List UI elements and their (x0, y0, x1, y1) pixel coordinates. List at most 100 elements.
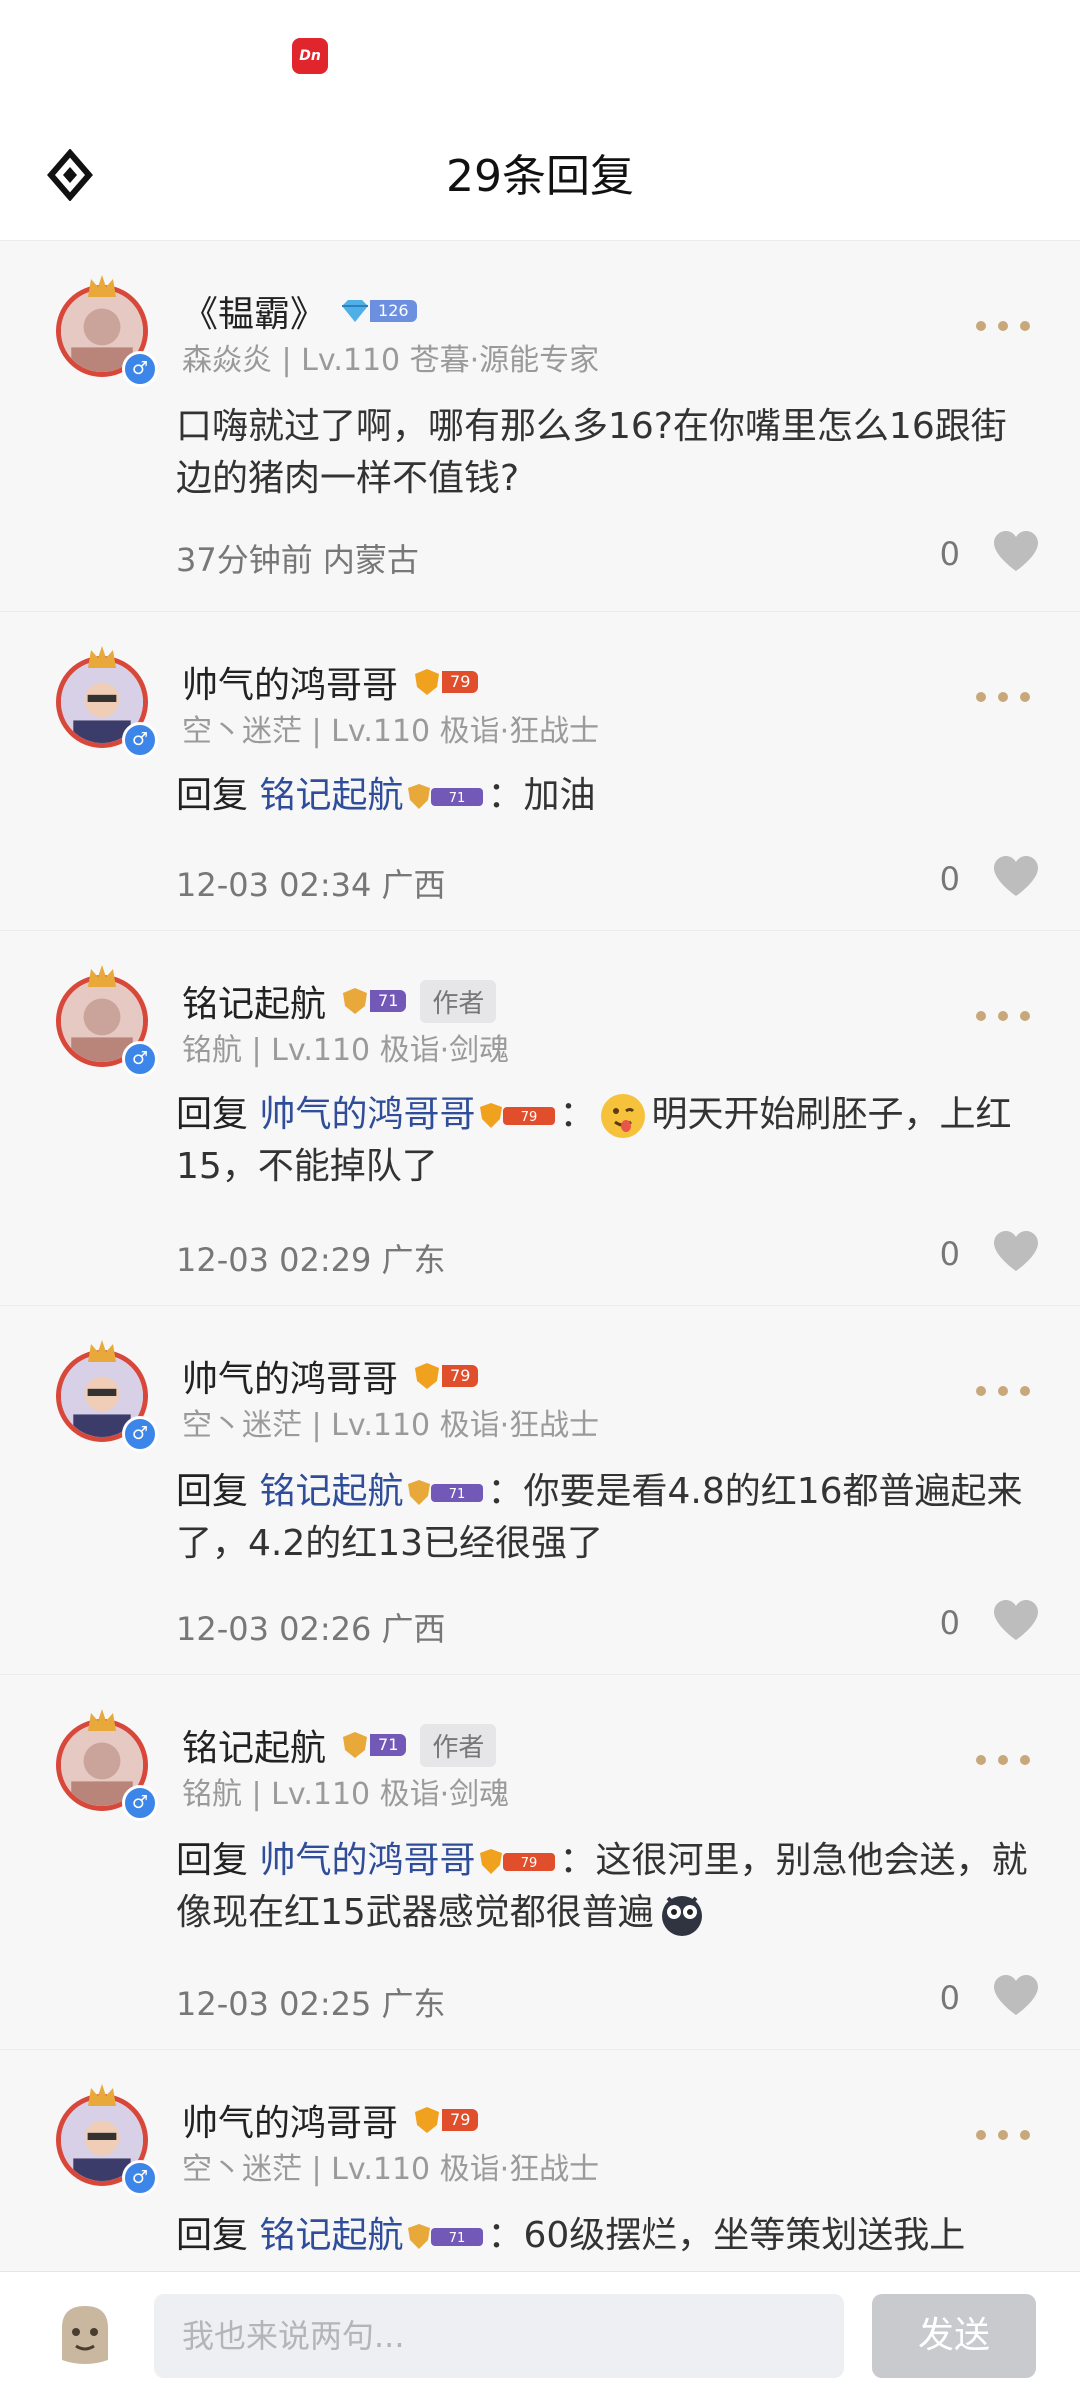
more-options-button[interactable] (976, 1741, 1036, 1781)
level-badge: 79 (412, 2105, 479, 2135)
shield-icon (343, 988, 368, 1014)
male-icon: ♂ (122, 351, 158, 387)
level-badge: 71 (340, 1730, 407, 1760)
reply-text: 回复 铭记起航 71 ：60级摆烂，坐等策划送我上 (176, 2215, 966, 2256)
mention-link[interactable]: 铭记起航 (259, 2215, 403, 2256)
owl-emoji-icon (661, 1896, 702, 1936)
like-count: 0 (939, 1604, 960, 1642)
level-badge: 126 (340, 298, 417, 324)
shield-icon (343, 1732, 368, 1758)
username[interactable]: 帅气的鸿哥哥 (182, 2094, 398, 2146)
reply-time-location: 12-03 02:29 广东 (176, 1241, 446, 1279)
shield-icon (415, 1363, 440, 1389)
gem-icon (342, 300, 369, 322)
send-button[interactable]: 发送 (872, 2294, 1036, 2378)
svg-text:71: 71 (449, 1487, 466, 1502)
user-meta: 铭航 | Lv.110 极诣·剑魂 (182, 1777, 510, 1812)
avatar[interactable]: ♂ (48, 2084, 158, 2196)
crown-icon (88, 275, 116, 297)
crown-icon (88, 2084, 116, 2106)
shield-icon (415, 669, 440, 695)
reply-text: 回复 帅气的鸿哥哥 79：明天开始刷胚子，上红15，不能掉队了 (176, 1094, 1012, 1187)
reply-item: ♂ 帅气的鸿哥哥 79 空丶迷茫 | Lv.110 极诣·狂战士 回复 铭记起航… (0, 2050, 1080, 2271)
svg-text:71: 71 (449, 2231, 466, 2246)
user-meta: 森焱炎 | Lv.110 苍暮·源能专家 (182, 343, 600, 378)
reply-text: 回复 铭记起航 71 ：加油 (176, 775, 596, 816)
level-badge-icon: 79 (480, 1103, 556, 1128)
reply-item: ♂ 帅气的鸿哥哥 79 空丶迷茫 | Lv.110 极诣·狂战士 回复 铭记起航… (0, 612, 1080, 931)
heart-icon[interactable] (992, 1598, 1040, 1642)
avatar[interactable]: ♂ (48, 1340, 158, 1452)
like-count: 0 (939, 1979, 960, 2017)
reply-text: 口嗨就过了啊，哪有那么多16?在你嘴里怎么16跟街边的猪肉一样不值钱? (176, 406, 1007, 499)
user-meta: 空丶迷茫 | Lv.110 极诣·狂战士 (182, 2152, 600, 2187)
level-badge-icon: 71 (408, 784, 484, 809)
username[interactable]: 铭记起航 (182, 975, 326, 1027)
avatar[interactable]: ♂ (48, 1709, 158, 1821)
svg-text:79: 79 (521, 1856, 538, 1871)
username[interactable]: 铭记起航 (182, 1719, 326, 1771)
reply-time-location: 12-03 02:34 广西 (176, 866, 446, 904)
level-badge-icon: 79 (480, 1849, 556, 1874)
status-bar: Dn (0, 0, 1080, 110)
reply-item: ♂ 帅气的鸿哥哥 79 空丶迷茫 | Lv.110 极诣·狂战士 回复 铭记起航… (0, 1306, 1080, 1675)
avatar[interactable]: ♂ (48, 965, 158, 1077)
reply-time-location: 12-03 02:26 广西 (176, 1610, 446, 1648)
mention-link[interactable]: 帅气的鸿哥哥 (259, 1840, 475, 1881)
mention-link[interactable]: 铭记起航 (259, 775, 403, 816)
heart-icon[interactable] (992, 1229, 1040, 1273)
level-badge: 71 (340, 986, 407, 1016)
male-icon: ♂ (122, 2160, 158, 2196)
page-title: 29条回复 (446, 151, 634, 202)
level-badge-icon: 71 (408, 2224, 484, 2249)
mention-link[interactable]: 帅气的鸿哥哥 (259, 1094, 475, 1135)
avatar[interactable]: ♂ (48, 275, 158, 387)
mention-link[interactable]: 铭记起航 (259, 1471, 403, 1512)
shield-icon (415, 2107, 440, 2133)
heart-icon[interactable] (992, 529, 1040, 573)
male-icon: ♂ (122, 722, 158, 758)
like-count: 0 (939, 535, 960, 573)
like-count: 0 (939, 1235, 960, 1273)
more-options-button[interactable] (976, 997, 1036, 1037)
author-tag: 作者 (420, 1723, 497, 1767)
crown-icon (88, 646, 116, 668)
more-options-button[interactable] (976, 2116, 1036, 2156)
crown-icon (88, 1340, 116, 1362)
level-badge-icon: 71 (408, 1480, 484, 1505)
crown-icon (88, 965, 116, 987)
user-avatar-icon[interactable] (52, 2302, 118, 2368)
crown-icon (88, 1709, 116, 1731)
heart-icon[interactable] (992, 854, 1040, 898)
username[interactable]: 《韫霸》 (182, 285, 326, 337)
reply-list[interactable]: ♂ 《韫霸》 126 森焱炎 | Lv.110 苍暮·源能专家 口嗨就过了啊，哪… (0, 241, 1080, 2271)
level-badge: 79 (412, 667, 479, 697)
comment-input[interactable] (154, 2294, 844, 2378)
username[interactable]: 帅气的鸿哥哥 (182, 656, 398, 708)
reply-item: ♂ 铭记起航 71 作者 铭航 | Lv.110 极诣·剑魂 回复 帅气的鸿哥哥… (0, 1675, 1080, 2050)
male-icon: ♂ (122, 1416, 158, 1452)
like-count: 0 (939, 860, 960, 898)
tongue-emoji-icon (601, 1094, 646, 1138)
more-options-button[interactable] (976, 1372, 1036, 1412)
male-icon: ♂ (122, 1041, 158, 1077)
svg-text:71: 71 (449, 791, 466, 806)
reply-time-location: 12-03 02:25 广东 (176, 1985, 446, 2023)
reply-item: ♂ 铭记起航 71 作者 铭航 | Lv.110 极诣·剑魂 回复 帅气的鸿哥哥… (0, 931, 1080, 1306)
svg-text:79: 79 (521, 1110, 538, 1125)
more-options-button[interactable] (976, 307, 1036, 347)
reply-composer: 发送 (0, 2271, 1080, 2401)
male-icon: ♂ (122, 1785, 158, 1821)
heart-icon[interactable] (992, 1973, 1040, 2017)
user-meta: 空丶迷茫 | Lv.110 极诣·狂战士 (182, 714, 600, 749)
title-bar: 29条回复 (0, 110, 1080, 241)
user-meta: 空丶迷茫 | Lv.110 极诣·狂战士 (182, 1408, 600, 1443)
author-tag: 作者 (420, 979, 497, 1023)
reply-text: 回复 帅气的鸿哥哥 79 ：这很河里，别急他会送，就像现在红15武器感觉都很普遍 (176, 1835, 1040, 1939)
more-options-button[interactable] (976, 678, 1036, 718)
reply-item: ♂ 《韫霸》 126 森焱炎 | Lv.110 苍暮·源能专家 口嗨就过了啊，哪… (0, 241, 1080, 612)
user-meta: 铭航 | Lv.110 极诣·剑魂 (182, 1033, 510, 1068)
username[interactable]: 帅气的鸿哥哥 (182, 1350, 398, 1402)
avatar[interactable]: ♂ (48, 646, 158, 758)
level-badge: 79 (412, 1361, 479, 1391)
